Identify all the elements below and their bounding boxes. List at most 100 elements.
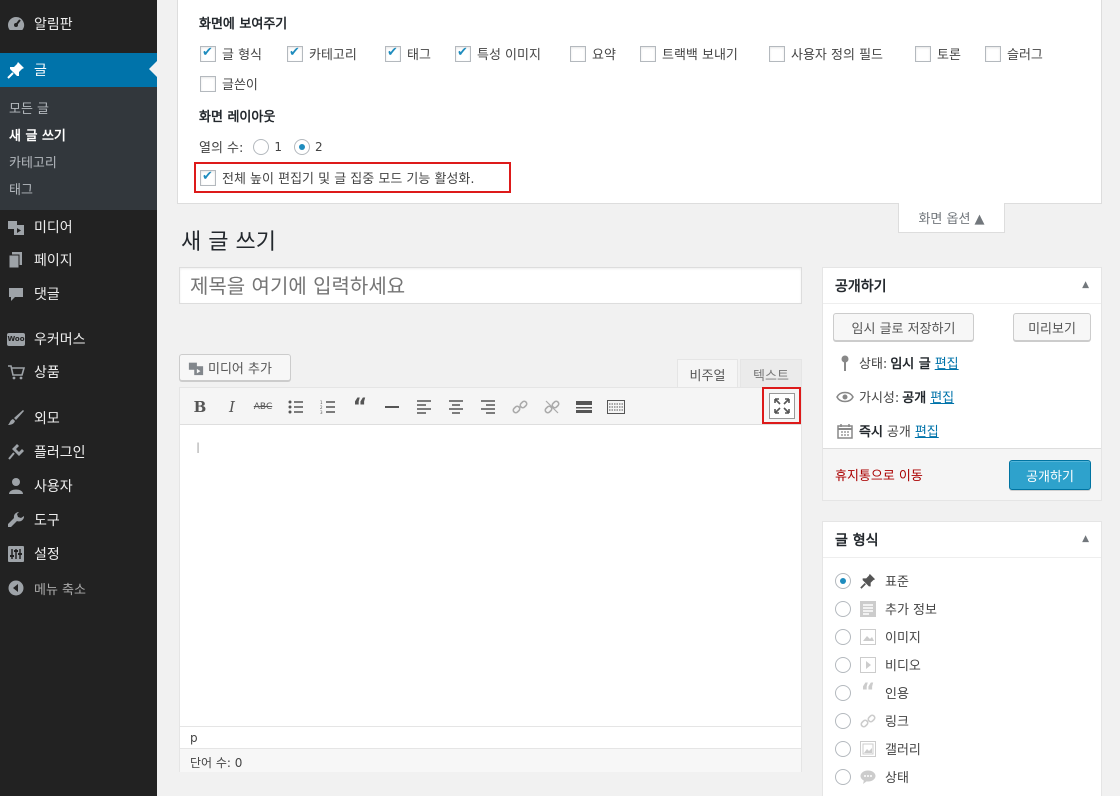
menu-appearance[interactable]: 외모 bbox=[0, 401, 157, 435]
publish-box-header[interactable]: 공개하기 ▲ bbox=[823, 268, 1101, 304]
editor-content-area[interactable]: I bbox=[180, 426, 801, 726]
toggle-arrow-icon[interactable]: ▲ bbox=[1082, 534, 1089, 544]
checkbox[interactable] bbox=[985, 45, 1001, 62]
menu-collapse[interactable]: 메뉴 축소 bbox=[0, 571, 157, 605]
check-excerpt[interactable]: 요약 bbox=[570, 44, 616, 63]
read-more-icon[interactable] bbox=[573, 396, 595, 418]
check-custom-fields[interactable]: 사용자 정의 필드 bbox=[769, 44, 883, 63]
toolbar-toggle-icon[interactable] bbox=[605, 396, 627, 418]
format-link[interactable]: 링크 bbox=[835, 711, 909, 730]
radio[interactable] bbox=[835, 628, 851, 645]
radio[interactable] bbox=[835, 656, 851, 673]
tab-visual[interactable]: 비주얼 bbox=[677, 359, 738, 388]
check-author[interactable]: 글쓴이 bbox=[200, 74, 258, 93]
columns-radio-1[interactable]: 1 bbox=[253, 138, 282, 155]
check-slug[interactable]: 슬러그 bbox=[985, 44, 1043, 63]
radio[interactable] bbox=[835, 684, 851, 701]
checkbox[interactable] bbox=[200, 75, 216, 92]
check-fullheight-editor[interactable]: 전체 높이 편집기 및 글 집중 모드 기능 활성화. bbox=[200, 168, 474, 187]
add-media-button[interactable]: 미디어 추가 bbox=[179, 354, 291, 381]
bullet-list-icon[interactable] bbox=[285, 396, 307, 418]
align-right-icon[interactable] bbox=[477, 396, 499, 418]
checkbox[interactable] bbox=[640, 45, 656, 62]
toggle-arrow-icon[interactable]: ▲ bbox=[1082, 280, 1089, 290]
edit-visibility-link[interactable]: 편집 bbox=[930, 387, 954, 406]
checkbox[interactable] bbox=[200, 45, 216, 62]
format-aside[interactable]: 추가 정보 bbox=[835, 599, 937, 618]
format-image[interactable]: 이미지 bbox=[835, 627, 921, 646]
submenu-categories[interactable]: 카테고리 bbox=[9, 152, 57, 171]
checkbox[interactable] bbox=[570, 45, 586, 62]
screen-options-tab[interactable]: 화면 옵션 ▲ bbox=[898, 203, 1005, 233]
menu-dashboard[interactable]: 알림판 bbox=[0, 7, 157, 41]
menu-pages[interactable]: 페이지 bbox=[0, 243, 157, 277]
edit-status-link[interactable]: 편집 bbox=[935, 353, 959, 372]
blockquote-icon[interactable]: “ bbox=[349, 395, 371, 420]
check-featured-image[interactable]: 특성 이미지 bbox=[455, 44, 541, 63]
check-categories[interactable]: 카테고리 bbox=[287, 44, 357, 63]
radio[interactable] bbox=[835, 740, 851, 757]
format-video[interactable]: 비디오 bbox=[835, 655, 921, 674]
format-label: 링크 bbox=[885, 715, 909, 730]
radio[interactable] bbox=[253, 138, 270, 155]
menu-plugins[interactable]: 플러그인 bbox=[0, 435, 157, 469]
edit-schedule-link[interactable]: 편집 bbox=[915, 421, 939, 440]
link-icon[interactable] bbox=[509, 396, 531, 418]
check-post-format[interactable]: 글 형식 bbox=[200, 44, 262, 63]
media-icon bbox=[6, 217, 26, 237]
submenu-tags[interactable]: 태그 bbox=[9, 179, 33, 198]
radio[interactable] bbox=[835, 768, 851, 785]
radio[interactable] bbox=[835, 712, 851, 729]
checkbox[interactable] bbox=[915, 45, 931, 62]
submenu-add-new[interactable]: 새 글 쓰기 bbox=[9, 125, 66, 144]
format-quote[interactable]: “ 인용 bbox=[835, 680, 909, 705]
check-trackbacks[interactable]: 트랙백 보내기 bbox=[640, 44, 738, 63]
strikethrough-icon[interactable]: ABC bbox=[252, 396, 274, 418]
pages-icon bbox=[6, 250, 26, 270]
menu-products[interactable]: 상품 bbox=[0, 355, 157, 389]
radio[interactable] bbox=[294, 138, 311, 155]
preview-button[interactable]: 미리보기 bbox=[1013, 313, 1091, 341]
numbered-list-icon[interactable]: 123 bbox=[317, 396, 339, 418]
checkbox[interactable] bbox=[455, 45, 471, 62]
publish-button[interactable]: 공개하기 bbox=[1009, 460, 1091, 490]
horizontal-line-icon[interactable] bbox=[381, 396, 403, 418]
check-tags[interactable]: 태그 bbox=[385, 44, 431, 63]
radio[interactable] bbox=[835, 600, 851, 617]
check-label: 토론 bbox=[937, 48, 961, 63]
save-draft-button[interactable]: 임시 글로 저장하기 bbox=[833, 313, 974, 341]
tab-text[interactable]: 텍스트 bbox=[740, 359, 802, 388]
format-standard[interactable]: 표준 bbox=[835, 571, 909, 590]
schedule-label: 즉시 bbox=[859, 425, 883, 440]
bold-icon[interactable]: B bbox=[189, 396, 211, 418]
italic-icon[interactable]: I bbox=[221, 396, 243, 418]
align-center-icon[interactable] bbox=[445, 396, 467, 418]
checkbox[interactable] bbox=[769, 45, 785, 62]
format-gallery[interactable]: 갤러리 bbox=[835, 739, 921, 758]
submenu-all-posts[interactable]: 모든 글 bbox=[9, 98, 49, 117]
menu-media[interactable]: 미디어 bbox=[0, 210, 157, 244]
menu-settings[interactable]: 설정 bbox=[0, 537, 157, 571]
unlink-icon[interactable] bbox=[541, 396, 563, 418]
menu-posts[interactable]: 글 bbox=[0, 53, 157, 87]
align-left-icon[interactable] bbox=[413, 396, 435, 418]
status-icon bbox=[859, 768, 877, 786]
radio[interactable] bbox=[835, 572, 851, 589]
checkbox[interactable] bbox=[287, 45, 303, 62]
menu-comments[interactable]: 댓글 bbox=[0, 277, 157, 311]
format-label: 비디오 bbox=[885, 659, 921, 674]
distraction-free-button[interactable] bbox=[762, 387, 801, 424]
move-to-trash-link[interactable]: 휴지통으로 이동 bbox=[835, 465, 923, 484]
check-discussion[interactable]: 토론 bbox=[915, 44, 961, 63]
check-label: 글 형식 bbox=[222, 48, 263, 63]
post-format-header[interactable]: 글 형식 ▲ bbox=[823, 522, 1101, 558]
checkbox[interactable] bbox=[200, 169, 216, 186]
title-input[interactable] bbox=[179, 267, 802, 304]
checkbox[interactable] bbox=[385, 45, 401, 62]
menu-users[interactable]: 사용자 bbox=[0, 469, 157, 503]
format-status[interactable]: 상태 bbox=[835, 767, 909, 786]
menu-tools[interactable]: 도구 bbox=[0, 503, 157, 537]
format-label: 추가 정보 bbox=[885, 603, 937, 618]
columns-radio-2[interactable]: 2 bbox=[294, 138, 323, 155]
menu-woocommerce[interactable]: Woo 우커머스 bbox=[0, 322, 157, 356]
